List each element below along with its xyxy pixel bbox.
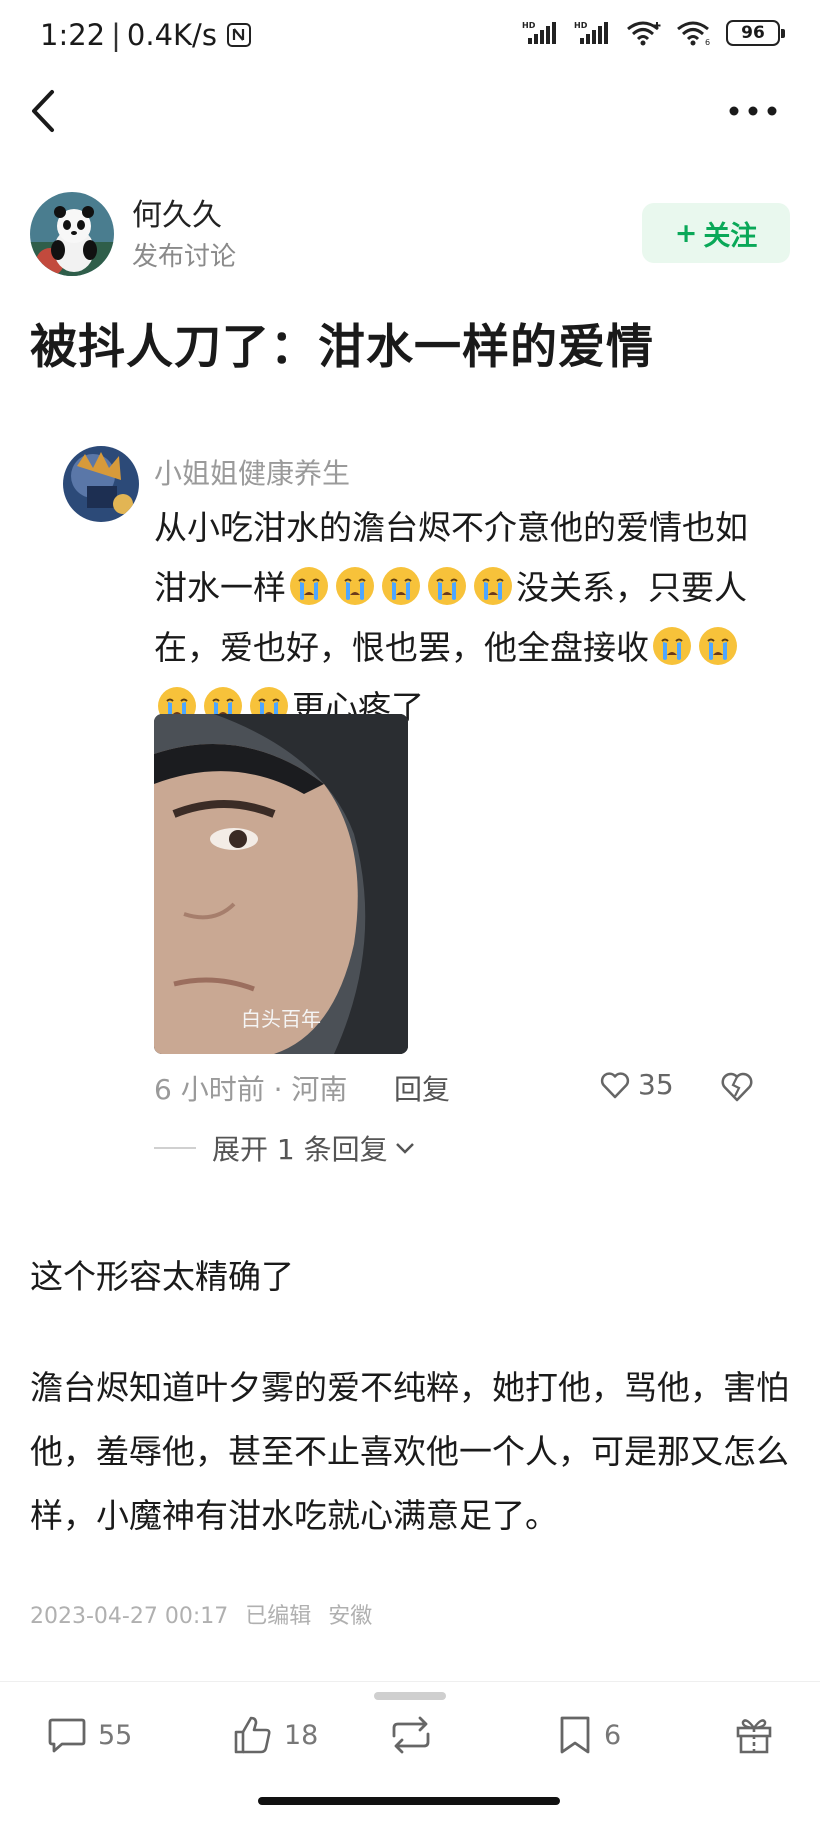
thumbs-up-icon — [234, 1716, 271, 1754]
post-paragraph-2: 澹台烬知道叶夕雾的爱不纯粹，她打他，骂他，害怕他，羞辱他，甚至不止喜欢他一个人，… — [30, 1368, 789, 1535]
like-count: 18 — [284, 1719, 319, 1751]
bookmark-icon — [560, 1716, 590, 1754]
expand-divider — [154, 1147, 196, 1149]
gift-icon — [736, 1719, 772, 1754]
author-subtitle: 发布讨论 — [132, 242, 237, 272]
wifi-2-icon: 6 — [677, 21, 710, 46]
panda-avatar-image — [30, 192, 114, 276]
network-speed: 0.4K/s — [126, 18, 217, 52]
drag-handle[interactable] — [374, 1692, 446, 1700]
commenter-avatar-image — [63, 446, 139, 522]
crying-face-icon — [382, 567, 420, 605]
broken-heart-icon — [721, 1072, 753, 1102]
status-time: 1:22 — [40, 18, 106, 52]
battery-indicator: 96 — [726, 20, 785, 46]
reply-button[interactable]: 回复 — [394, 1068, 450, 1108]
post-paragraph-1: 这个形容太精确了 — [30, 1257, 294, 1296]
bottom-divider — [0, 1681, 820, 1682]
svg-text:HD: HD — [522, 21, 536, 30]
plus-icon: + — [674, 217, 698, 249]
crying-face-icon — [699, 627, 737, 665]
back-button[interactable] — [26, 86, 66, 136]
bookmark-button[interactable]: 6 — [556, 1710, 621, 1760]
post-edited: 已编辑 — [245, 1604, 312, 1629]
repost-icon — [392, 1716, 430, 1754]
emoji-group-1 — [286, 567, 516, 607]
status-bar: 1:22 | 0.4K/s HD HD 6 96 — [0, 0, 820, 76]
comment-like-button[interactable]: 35 — [600, 1068, 674, 1101]
comment-image[interactable]: 白头百年 — [154, 714, 408, 1054]
follow-label: 关注 — [703, 220, 758, 252]
crying-face-icon — [336, 567, 374, 605]
more-dots-icon — [729, 106, 777, 116]
expand-replies-button[interactable]: 展开 1 条回复 — [212, 1128, 416, 1168]
comment-time-location: 6 小时前 · 河南 — [154, 1073, 348, 1106]
chevron-left-icon — [32, 90, 54, 132]
signal-2-icon: HD — [574, 21, 608, 44]
more-button[interactable] — [728, 96, 778, 126]
crying-face-icon — [428, 567, 466, 605]
author-name[interactable]: 何久久 — [132, 190, 222, 234]
comment-bubble-icon — [48, 1718, 86, 1753]
bookmark-count: 6 — [604, 1719, 622, 1751]
crying-face-icon — [653, 627, 691, 665]
repost-button[interactable] — [388, 1710, 434, 1760]
commenter-avatar[interactable] — [63, 446, 139, 522]
expand-replies-label: 展开 1 条回复 — [212, 1133, 388, 1166]
like-button[interactable]: 18 — [232, 1710, 318, 1760]
author-avatar[interactable] — [30, 192, 114, 276]
comment-text: 从小吃泔水的澹台烬不介意他的爱情也如泔水一样 没关系，只要人在，爱也好，恨也罢，他… — [154, 498, 774, 738]
comment-like-count: 35 — [638, 1068, 674, 1101]
comment-count: 55 — [98, 1719, 133, 1751]
crying-face-icon — [290, 567, 328, 605]
heart-icon — [600, 1071, 630, 1098]
crying-face-icon — [474, 567, 512, 605]
post-date: 2023-04-27 00:17 — [30, 1604, 229, 1629]
home-indicator[interactable] — [258, 1797, 560, 1805]
follow-button[interactable]: + 关注 — [642, 203, 790, 263]
status-left: 1:22 | 0.4K/s — [40, 18, 251, 52]
comment-dislike-button[interactable] — [720, 1070, 754, 1104]
gift-button[interactable] — [734, 1710, 774, 1760]
signal-1-icon: HD — [522, 21, 556, 44]
status-separator: | — [111, 18, 121, 52]
image-caption: 白头百年 — [241, 1007, 321, 1031]
wifi-icon — [627, 21, 661, 46]
comment-button[interactable]: 55 — [46, 1710, 132, 1760]
commenter-name[interactable]: 小姐姐健康养生 — [154, 452, 350, 492]
svg-text:HD: HD — [574, 21, 588, 30]
chevron-down-icon — [395, 1143, 414, 1154]
post-location: 安徽 — [328, 1604, 373, 1629]
svg-text:6: 6 — [705, 38, 710, 46]
battery-level: 96 — [741, 23, 765, 43]
post-title: 被抖人刀了：泔水一样的爱情 — [30, 320, 654, 375]
status-right: HD HD 6 96 — [522, 20, 785, 46]
post-meta: 2023-04-27 00:17 已编辑 安徽 — [30, 1598, 382, 1630]
nfc-icon — [226, 23, 251, 47]
